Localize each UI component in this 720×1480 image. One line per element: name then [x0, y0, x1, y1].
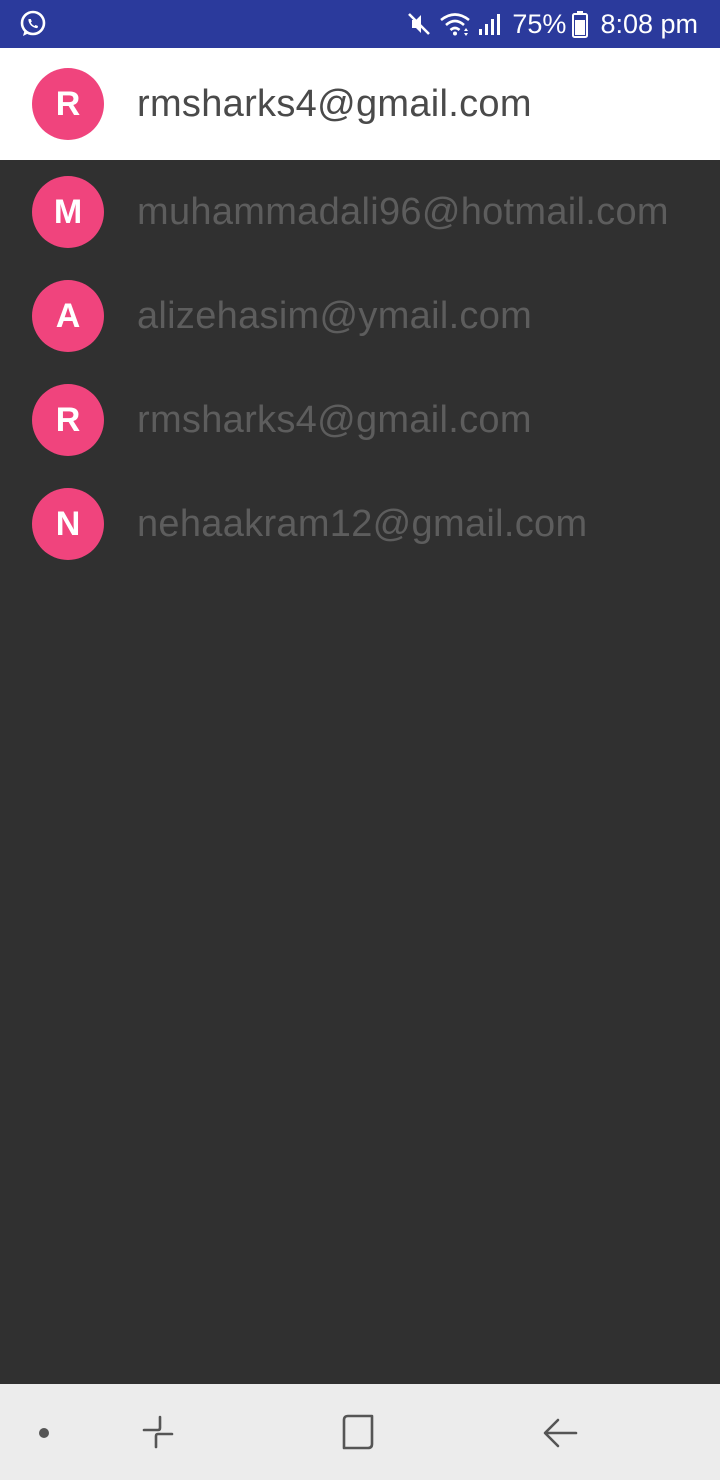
whatsapp-icon: [18, 9, 48, 39]
account-item[interactable]: N nehaakram12@gmail.com: [0, 472, 720, 576]
avatar: A: [32, 280, 104, 352]
navigation-bar: [0, 1384, 720, 1480]
status-icons: 75% 8:08 pm: [406, 0, 698, 48]
mute-icon: [406, 11, 432, 37]
account-item-selected[interactable]: R rmsharks4@gmail.com: [0, 48, 720, 160]
account-email: nehaakram12@gmail.com: [137, 502, 588, 545]
account-email: alizehasim@ymail.com: [137, 294, 533, 337]
avatar: R: [32, 384, 104, 456]
account-email: rmsharks4@gmail.com: [137, 82, 532, 125]
account-item[interactable]: A alizehasim@ymail.com: [0, 264, 720, 368]
account-email: rmsharks4@gmail.com: [137, 398, 532, 441]
back-icon[interactable]: [540, 1412, 580, 1452]
dot-icon[interactable]: [24, 1412, 64, 1452]
account-item[interactable]: M muhammadali96@hotmail.com: [0, 160, 720, 264]
battery-icon: [572, 10, 589, 38]
avatar: N: [32, 488, 104, 560]
account-list: R rmsharks4@gmail.com M muhammadali96@ho…: [0, 48, 720, 576]
wifi-icon: [438, 11, 472, 37]
account-email: muhammadali96@hotmail.com: [137, 190, 669, 233]
signal-icon: [478, 11, 502, 37]
battery-percent: 75%: [512, 8, 567, 39]
status-bar: 75% 8:08 pm: [0, 0, 720, 48]
home-icon[interactable]: [338, 1412, 378, 1452]
account-item[interactable]: R rmsharks4@gmail.com: [0, 368, 720, 472]
recents-icon[interactable]: [138, 1412, 178, 1452]
clock: 8:08 pm: [600, 8, 698, 39]
avatar: M: [32, 176, 104, 248]
avatar: R: [32, 68, 104, 140]
